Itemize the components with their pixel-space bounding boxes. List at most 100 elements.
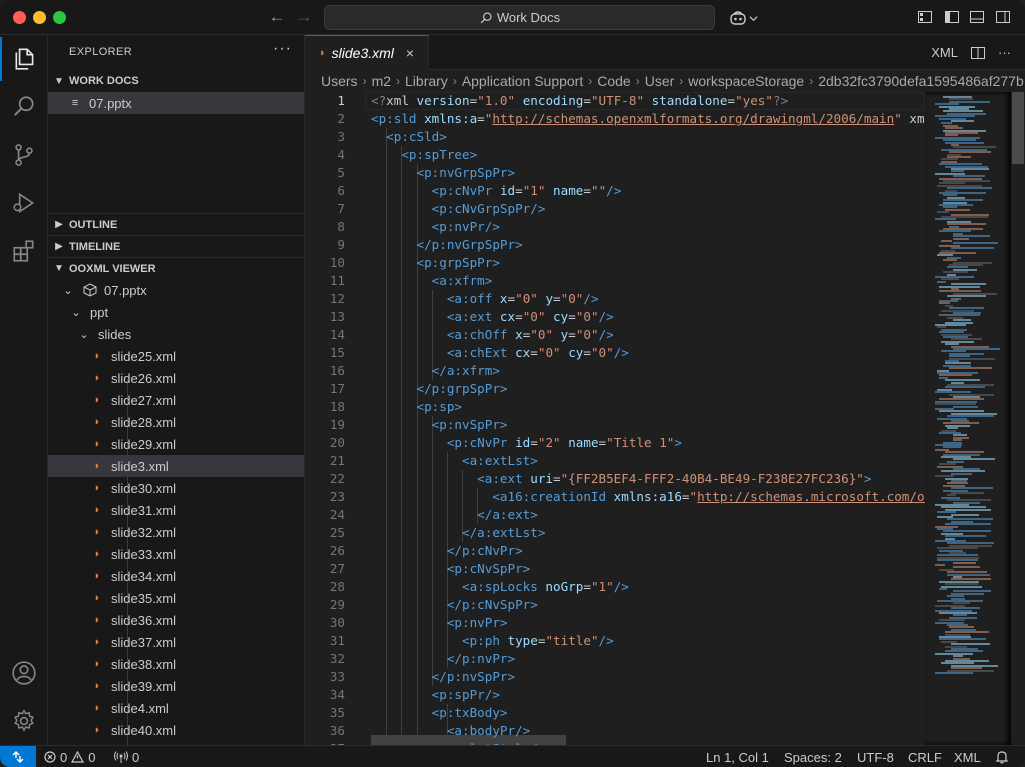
line-number: 13	[329, 309, 345, 324]
code-editor[interactable]: 1 <?xml version="1.0" encoding="UTF-8" st…	[305, 92, 925, 745]
close-window-button[interactable]	[13, 11, 26, 24]
forward-arrow-icon[interactable]: →	[293, 7, 315, 29]
explorer-activity[interactable]	[0, 37, 48, 81]
code-line: <p:spTree>	[401, 147, 478, 162]
search-activity[interactable]	[0, 85, 48, 129]
toggle-panel-icon[interactable]	[969, 9, 985, 25]
slide-file-item[interactable]: ◗ slide35.xml	[48, 587, 304, 609]
manage-activity[interactable]	[0, 699, 48, 743]
extensions-activity[interactable]	[0, 229, 48, 273]
end-of-line[interactable]: CRLF	[908, 746, 942, 767]
file-07-pptx[interactable]: ≡ 07.pptx	[48, 92, 304, 114]
code-line: <p:sld xmlns:a="http://schemas.openxmlfo…	[371, 111, 925, 126]
cursor-position[interactable]: Ln 1, Col 1	[706, 746, 769, 767]
scrollbar-thumb[interactable]	[1012, 92, 1024, 164]
slide-file-item[interactable]: ◗ slide38.xml	[48, 653, 304, 675]
tree-item-ppt[interactable]: ⌄ ppt	[48, 301, 304, 323]
slide-file-item[interactable]: ◗ slide28.xml	[48, 411, 304, 433]
indentation[interactable]: Spaces: 2	[784, 746, 842, 767]
split-editor-icon[interactable]	[970, 45, 986, 61]
chevron-right-icon: ›	[396, 74, 401, 88]
warning-icon	[71, 751, 85, 763]
notifications-bell[interactable]	[995, 746, 1009, 767]
source-control-activity[interactable]	[0, 133, 48, 177]
toggle-secondary-sidebar-icon[interactable]	[995, 9, 1011, 25]
chevron-right-icon: ›	[588, 74, 593, 88]
minimap[interactable]	[925, 92, 1011, 745]
maximize-window-button[interactable]	[53, 11, 66, 24]
accounts-activity[interactable]	[0, 651, 48, 695]
toggle-primary-sidebar-icon[interactable]	[944, 9, 960, 25]
slide-file-item[interactable]: ◗ slide34.xml	[48, 565, 304, 587]
file-label: slide38.xml	[111, 656, 177, 672]
tab-slide3-xml[interactable]: ◗ slide3.xml ×	[305, 35, 429, 70]
slide-file-item[interactable]: ◗ slide30.xml	[48, 477, 304, 499]
ports-indicator[interactable]: 0	[114, 746, 139, 767]
section-timeline[interactable]: ▶ TIMELINE	[48, 235, 304, 257]
remote-icon	[12, 751, 24, 763]
breadcrumb-segment[interactable]: m2	[372, 73, 391, 89]
slide-file-item[interactable]: ◗ slide40.xml	[48, 719, 304, 741]
minimize-window-button[interactable]	[33, 11, 46, 24]
minimap-line	[951, 247, 995, 250]
encoding[interactable]: UTF-8	[857, 746, 894, 767]
breadcrumb-segment[interactable]: 2db32fc3790defa1595486af277b	[818, 73, 1024, 89]
slide-file-item[interactable]: ◗ slide37.xml	[48, 631, 304, 653]
section-label: TIMELINE	[69, 240, 121, 253]
slide-file-item[interactable]: ◗ slide4.xml	[48, 697, 304, 719]
more-actions-icon[interactable]: ···	[998, 45, 1011, 60]
code-line: <a:extLst>	[462, 453, 538, 468]
section-ooxml-viewer[interactable]: ▼ OOXML VIEWER	[48, 257, 304, 279]
breadcrumb-segment[interactable]: workspaceStorage	[688, 73, 804, 89]
vertical-scrollbar[interactable]	[1011, 92, 1025, 745]
language-mode[interactable]: XML	[954, 746, 981, 767]
run-debug-activity[interactable]	[0, 181, 48, 225]
breadcrumb-segment[interactable]: User	[645, 73, 675, 89]
file-label: slide32.xml	[111, 524, 177, 540]
chevron-right-icon: ›	[362, 74, 367, 88]
customize-layout-icon[interactable]	[917, 9, 933, 25]
back-arrow-icon[interactable]: ←	[266, 7, 288, 29]
tree-item-07-pptx[interactable]: ⌄ 07.pptx	[48, 279, 304, 301]
code-line: </a:xfrm>	[431, 363, 500, 378]
line-number: 16	[329, 363, 345, 378]
slide-file-item[interactable]: ◗ slide29.xml	[48, 433, 304, 455]
code-line: <p:nvPr/>	[431, 219, 500, 234]
slide-file-item[interactable]: ◗ slide26.xml	[48, 367, 304, 389]
section-label: WORK DOCS	[69, 75, 139, 87]
section-work-docs[interactable]: ▼ WORK DOCS	[48, 70, 304, 92]
breadcrumb-segment[interactable]: Application Support	[462, 73, 583, 89]
line-number: 20	[329, 435, 345, 450]
section-outline[interactable]: ▶ OUTLINE	[48, 213, 304, 235]
close-icon[interactable]: ×	[406, 45, 414, 61]
command-center-search[interactable]: Work Docs	[324, 5, 715, 30]
problems-indicator[interactable]: 0 0	[44, 746, 95, 767]
slide-file-item[interactable]: ◗ slide25.xml	[48, 345, 304, 367]
section-label: OOXML VIEWER	[69, 262, 156, 275]
code-line: </p:nvSpPr>	[431, 669, 516, 684]
slide-file-item[interactable]: ◗ slide32.xml	[48, 521, 304, 543]
code-line: <p:grpSpPr>	[416, 255, 500, 270]
slide-file-item[interactable]: ◗ slide33.xml	[48, 543, 304, 565]
more-actions-button[interactable]: ···	[273, 40, 292, 58]
chevron-down-icon: ⌄	[71, 306, 81, 319]
line-number: 34	[329, 687, 345, 702]
remote-indicator[interactable]	[0, 746, 36, 767]
line-number: 6	[337, 183, 345, 198]
broadcast-icon	[114, 751, 128, 763]
breadcrumb-segment[interactable]: Users	[321, 73, 358, 89]
breadcrumb-segment[interactable]: Code	[597, 73, 630, 89]
language-mode-button[interactable]: XML	[931, 45, 958, 60]
line-number: 33	[329, 669, 345, 684]
code-line: <p:cNvPr id="2" name="Title 1">	[446, 435, 682, 450]
slide-file-item[interactable]: ◗ slide3.xml	[48, 455, 304, 477]
slide-file-item[interactable]: ◗ slide27.xml	[48, 389, 304, 411]
slide-file-item[interactable]: ◗ slide31.xml	[48, 499, 304, 521]
copilot-button[interactable]	[729, 8, 759, 28]
slide-file-item[interactable]: ◗ slide36.xml	[48, 609, 304, 631]
breadcrumb-segment[interactable]: Library	[405, 73, 448, 89]
slide-file-item[interactable]: ◗ slide39.xml	[48, 675, 304, 697]
sidebar-title: EXPLORER	[69, 46, 133, 58]
file-label: slide31.xml	[111, 502, 177, 518]
tree-item-slides[interactable]: ⌄ slides	[48, 323, 304, 345]
